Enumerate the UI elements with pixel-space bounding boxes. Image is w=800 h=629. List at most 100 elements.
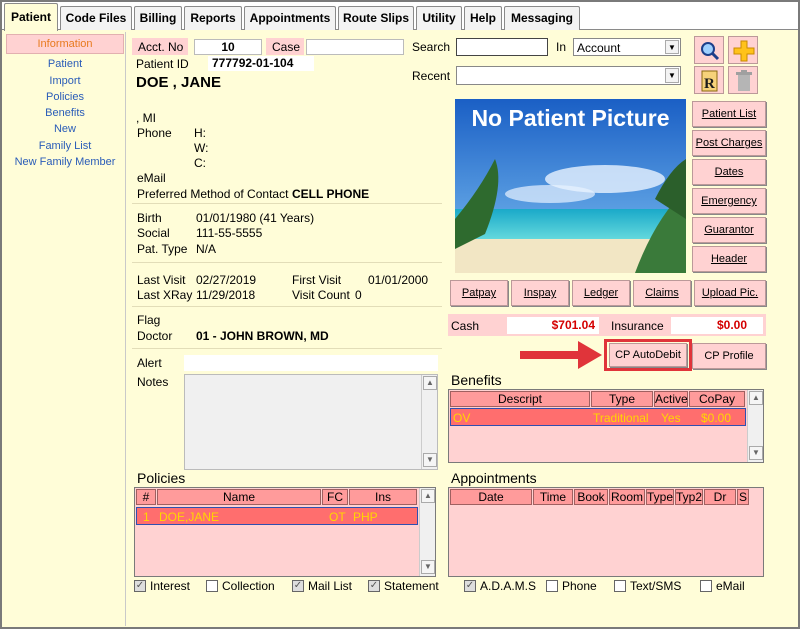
tab-messaging[interactable]: Messaging xyxy=(504,6,580,30)
nav-item-new-family-member[interactable]: New Family Member xyxy=(6,156,124,168)
adams-checkbox[interactable]: ✓ A.D.A.M.S xyxy=(464,579,536,593)
delete-button[interactable] xyxy=(728,66,758,94)
scroll-up-icon[interactable]: ▲ xyxy=(423,376,437,390)
guarantor-button[interactable]: Guarantor xyxy=(692,217,766,243)
doctor-label: Doctor xyxy=(137,329,173,343)
nav-item-policies[interactable]: Policies xyxy=(6,91,124,103)
benefits-scrollbar[interactable]: ▲ ▼ xyxy=(747,390,763,462)
notes-textarea[interactable]: ▲ ▼ xyxy=(184,374,438,470)
tab-patient[interactable]: Patient xyxy=(4,3,58,31)
in-label: In xyxy=(556,40,567,54)
acct-number-field[interactable]: 10 xyxy=(194,39,262,55)
tab-help[interactable]: Help xyxy=(464,6,502,30)
table-row[interactable]: OV Traditional Yes $0.00 xyxy=(450,408,746,426)
policies-col-num[interactable]: # xyxy=(136,489,156,505)
search-in-select[interactable]: Account ▼ xyxy=(573,38,681,56)
dates-button[interactable]: Dates xyxy=(692,159,766,185)
cp-profile-button[interactable]: CP Profile xyxy=(692,343,766,369)
policies-col-fc[interactable]: FC xyxy=(322,489,348,505)
appt-col-type[interactable]: Type xyxy=(646,489,674,505)
benefits-col-type[interactable]: Type xyxy=(591,391,653,407)
upload-pic-button[interactable]: Upload Pic. xyxy=(694,280,766,306)
collection-label: Collection xyxy=(222,579,275,593)
benefits-col-descript[interactable]: Descript xyxy=(450,391,590,407)
email-checkbox[interactable]: eMail xyxy=(700,579,745,593)
nav-item-new[interactable]: New xyxy=(6,123,124,135)
chevron-down-icon[interactable]: ▼ xyxy=(665,68,679,83)
phone-checkbox[interactable]: Phone xyxy=(546,579,597,593)
tab-appointments[interactable]: Appointments xyxy=(244,6,336,30)
statement-checkbox[interactable]: ✓ Statement xyxy=(368,579,439,593)
search-button[interactable] xyxy=(694,36,724,64)
patpay-button[interactable]: Patpay xyxy=(450,280,508,306)
table-row[interactable]: 1 DOE,JANE OT PHP xyxy=(136,507,418,525)
divider xyxy=(132,262,442,263)
statement-label: Statement xyxy=(384,579,439,593)
emergency-label: Emergency xyxy=(701,195,757,207)
tab-route-slips[interactable]: Route Slips xyxy=(338,6,414,30)
policy-ins: PHP xyxy=(353,510,378,524)
visit-count-value: 0 xyxy=(355,288,362,302)
report-button[interactable]: R xyxy=(694,66,724,94)
appt-col-room[interactable]: Room xyxy=(609,489,645,505)
tab-code-files[interactable]: Code Files xyxy=(60,6,132,30)
adams-label: A.D.A.M.S xyxy=(480,579,537,593)
nav-item-patient[interactable]: Patient xyxy=(6,58,124,70)
interest-checkbox[interactable]: ✓ Interest xyxy=(134,579,190,593)
policies-col-ins[interactable]: Ins xyxy=(349,489,417,505)
scroll-up-icon[interactable]: ▲ xyxy=(749,391,763,405)
guarantor-label: Guarantor xyxy=(704,224,754,236)
benefits-col-copay[interactable]: CoPay xyxy=(689,391,745,407)
emergency-button[interactable]: Emergency xyxy=(692,188,766,214)
tab-utility[interactable]: Utility xyxy=(416,6,462,30)
add-patient-button[interactable] xyxy=(728,36,758,64)
patient-picture[interactable]: No Patient Picture xyxy=(455,99,686,273)
nav-item-family-list[interactable]: Family List xyxy=(6,140,124,152)
chevron-down-icon[interactable]: ▼ xyxy=(665,40,679,54)
search-input[interactable] xyxy=(456,38,548,56)
nav-item-benefits[interactable]: Benefits xyxy=(6,107,124,119)
mail-list-checkbox[interactable]: ✓ Mail List xyxy=(292,579,352,593)
post-charges-button[interactable]: Post Charges xyxy=(692,130,766,156)
text-sms-checkbox[interactable]: Text/SMS xyxy=(614,579,681,593)
collection-checkbox[interactable]: Collection xyxy=(206,579,275,593)
patient-name: DOE , JANE xyxy=(136,74,222,91)
claims-button[interactable]: Claims xyxy=(633,280,691,306)
header-button[interactable]: Header xyxy=(692,246,766,272)
policies-col-name[interactable]: Name xyxy=(157,489,321,505)
scroll-up-icon[interactable]: ▲ xyxy=(421,489,435,503)
no-picture-text: No Patient Picture xyxy=(471,105,670,131)
case-field[interactable] xyxy=(306,39,404,55)
alert-field[interactable] xyxy=(184,355,438,371)
benefit-active: Yes xyxy=(661,411,681,425)
appt-col-date[interactable]: Date xyxy=(450,489,532,505)
benefits-title: Benefits xyxy=(451,372,502,388)
scroll-down-icon[interactable]: ▼ xyxy=(749,446,763,460)
inspay-button[interactable]: Inspay xyxy=(511,280,569,306)
ledger-button[interactable]: Ledger xyxy=(572,280,630,306)
tab-reports[interactable]: Reports xyxy=(184,6,242,30)
cash-value: $701.04 xyxy=(507,317,599,334)
scroll-down-icon[interactable]: ▼ xyxy=(421,560,435,574)
policies-scrollbar[interactable]: ▲ ▼ xyxy=(419,488,435,576)
appt-col-book[interactable]: Book xyxy=(574,489,608,505)
notes-scrollbar[interactable]: ▲ ▼ xyxy=(421,375,437,469)
benefits-col-active[interactable]: Active xyxy=(654,391,688,407)
claims-label: Claims xyxy=(645,287,679,299)
ledger-label: Ledger xyxy=(583,287,619,299)
scroll-down-icon[interactable]: ▼ xyxy=(423,453,437,467)
appt-col-s[interactable]: S xyxy=(737,489,749,505)
appt-col-typ2[interactable]: Typ2 xyxy=(675,489,703,505)
interest-label: Interest xyxy=(150,579,191,593)
appt-col-dr[interactable]: Dr xyxy=(704,489,736,505)
nav-header-information[interactable]: Information xyxy=(6,34,124,54)
patient-list-button[interactable]: Patient List xyxy=(692,101,766,127)
benefits-table: Descript Type Active CoPay OV Traditiona… xyxy=(448,389,764,463)
social-value: 111-55-5555 xyxy=(196,226,263,240)
nav-item-import[interactable]: Import xyxy=(6,75,124,87)
tab-billing[interactable]: Billing xyxy=(134,6,182,30)
appt-col-time[interactable]: Time xyxy=(533,489,573,505)
recent-select[interactable]: ▼ xyxy=(456,66,681,85)
patient-mi: , MI xyxy=(136,111,156,125)
cp-autodebit-button[interactable]: CP AutoDebit xyxy=(609,343,687,367)
